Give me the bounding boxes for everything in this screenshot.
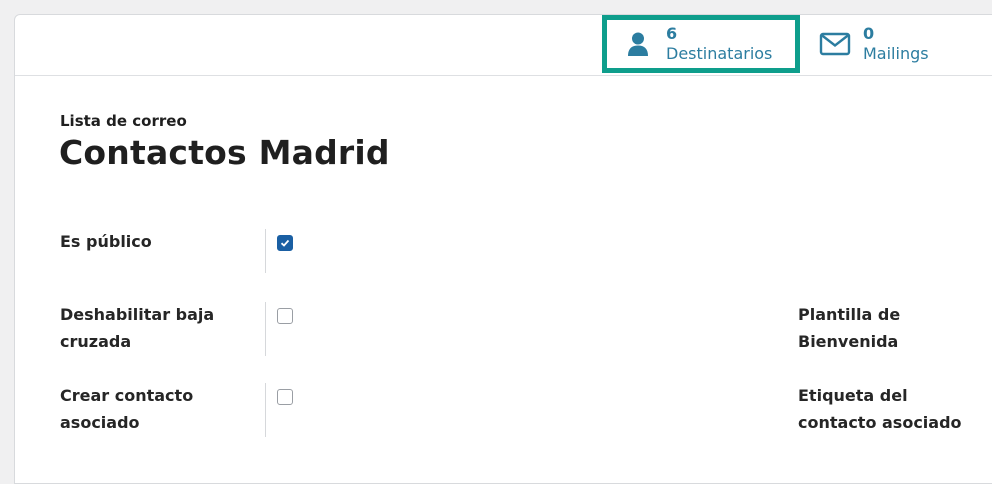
crear-contacto-checkbox[interactable] (277, 389, 293, 405)
recipients-count: 6 (666, 24, 678, 43)
field-separator (265, 302, 266, 356)
recipients-smart-button[interactable]: 6 Destinatarios (602, 15, 800, 73)
envelope-icon (819, 32, 851, 56)
record-title: Contactos Madrid (59, 133, 390, 172)
check-icon (280, 239, 290, 247)
es-publico-label: Es público (60, 232, 152, 251)
recipients-label: Destinatarios (666, 44, 773, 63)
plantilla-bienvenida-label: Plantilla de Bienvenida (798, 305, 901, 351)
mailings-smart-button[interactable]: 0 Mailings (805, 15, 955, 73)
form-sheet: 6 Destinatarios 0 Mailings Lista de corr… (14, 14, 992, 484)
user-icon (626, 31, 650, 57)
es-publico-checkbox[interactable] (277, 235, 293, 251)
etiqueta-contacto-label: Etiqueta del contacto asociado (798, 386, 962, 432)
deshabilitar-baja-label: Deshabilitar baja cruzada (60, 305, 215, 351)
field-separator (265, 229, 266, 273)
field-separator (265, 383, 266, 437)
mailings-count: 0 (863, 24, 875, 43)
smart-button-box: 6 Destinatarios 0 Mailings (15, 15, 992, 76)
record-type-label: Lista de correo (60, 112, 187, 130)
crear-contacto-label: Crear contacto asociado (60, 386, 194, 432)
deshabilitar-baja-checkbox[interactable] (277, 308, 293, 324)
mailings-label: Mailings (863, 44, 929, 63)
